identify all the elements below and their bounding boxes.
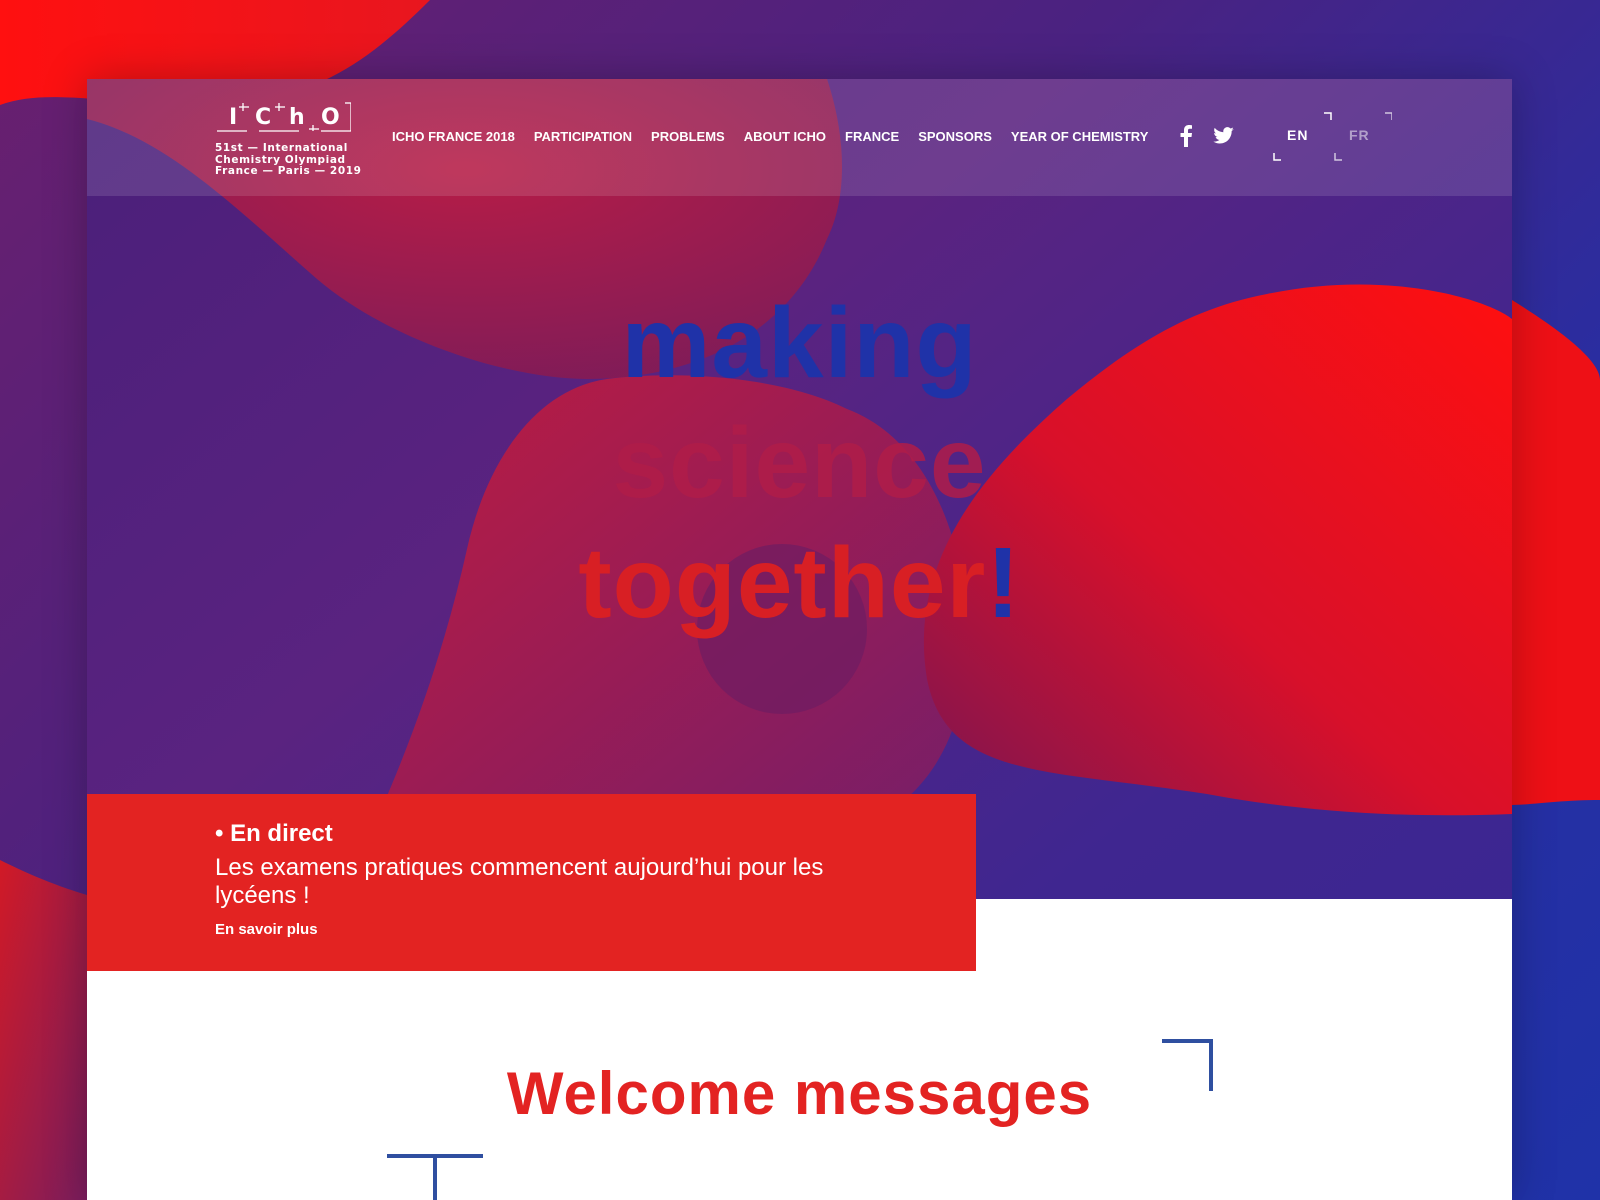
facebook-icon[interactable] [1179, 125, 1193, 152]
hero-line-together: together! [87, 526, 1512, 641]
hero-line-making: making [621, 287, 978, 399]
welcome-messages-heading: Welcome messages [506, 1060, 1093, 1127]
nav-problems[interactable]: PROBLEMS [651, 129, 725, 144]
hero-exclamation: ! [986, 527, 1021, 639]
bracket-bottom-left [387, 1154, 483, 1200]
twitter-icon[interactable] [1212, 127, 1234, 150]
language-fr[interactable]: FR [1349, 127, 1370, 143]
live-news-banner: • En direct Les examens pratiques commen… [87, 794, 976, 971]
nav-sponsors[interactable]: SPONSORS [918, 129, 992, 144]
logo-letters: I C h O [215, 101, 351, 132]
hero-together-word: together [578, 527, 987, 639]
hero-line-science: science [612, 407, 987, 519]
logo-tagline: 51st — International Chemistry Olympiad … [215, 142, 362, 177]
language-en[interactable]: EN [1287, 127, 1308, 143]
top-navigation: I C h O 51st — International Chemistry O… [87, 79, 1512, 196]
nav-france[interactable]: FRANCE [845, 129, 899, 144]
logo-frame [217, 102, 351, 132]
news-title: • En direct [215, 820, 333, 847]
nav-about-icho[interactable]: ABOUT ICHO [744, 129, 826, 144]
nav-icho-france-2018[interactable]: ICHO FRANCE 2018 [392, 129, 515, 144]
main-menu: ICHO FRANCE 2018 PARTICIPATION PROBLEMS … [392, 129, 1167, 144]
page-card: I C h O 51st — International Chemistry O… [87, 79, 1512, 1200]
read-more-link[interactable]: En savoir plus [215, 921, 318, 938]
nav-participation[interactable]: PARTICIPATION [534, 129, 632, 144]
icho-logo[interactable]: I C h O 51st — International Chemistry O… [215, 101, 361, 177]
nav-year-of-chemistry[interactable]: YEAR OF CHEMISTRY [1011, 129, 1148, 144]
news-body: Les examens pratiques commencent aujourd… [215, 854, 824, 909]
